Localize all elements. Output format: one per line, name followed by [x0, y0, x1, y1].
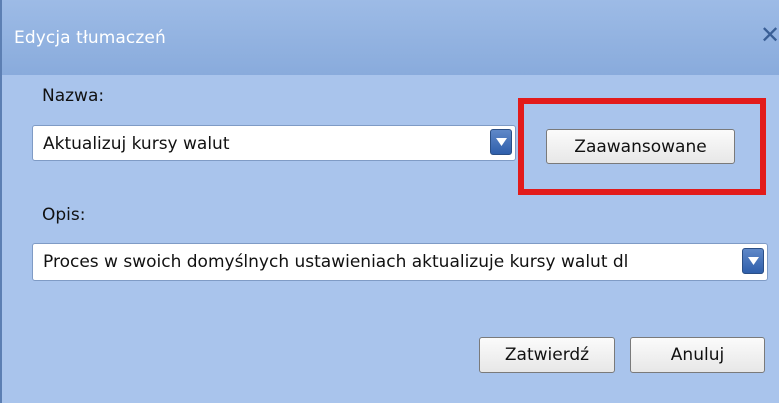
description-label: Opis: [42, 205, 86, 225]
chevron-down-icon[interactable] [742, 248, 764, 274]
description-dropdown-value: Proces w swoich domyślnych ustawieniach … [43, 252, 629, 272]
translation-edit-dialog: Edycja tłumaczeń ✕ Nazwa: Aktualizuj kur… [0, 0, 779, 403]
confirm-button[interactable]: Zatwierdź [479, 337, 615, 373]
cancel-button[interactable]: Anuluj [630, 337, 765, 373]
name-dropdown[interactable]: Aktualizuj kursy walut [32, 125, 516, 161]
dialog-title-bar: Edycja tłumaczeń ✕ [2, 0, 779, 75]
dialog-title: Edycja tłumaczeń [14, 28, 166, 48]
description-dropdown[interactable]: Proces w swoich domyślnych ustawieniach … [32, 243, 768, 281]
chevron-down-icon[interactable] [490, 129, 512, 155]
name-dropdown-value: Aktualizuj kursy walut [43, 134, 230, 154]
close-icon[interactable]: ✕ [759, 23, 779, 47]
highlight-frame [518, 98, 766, 195]
name-label: Nazwa: [42, 86, 105, 106]
